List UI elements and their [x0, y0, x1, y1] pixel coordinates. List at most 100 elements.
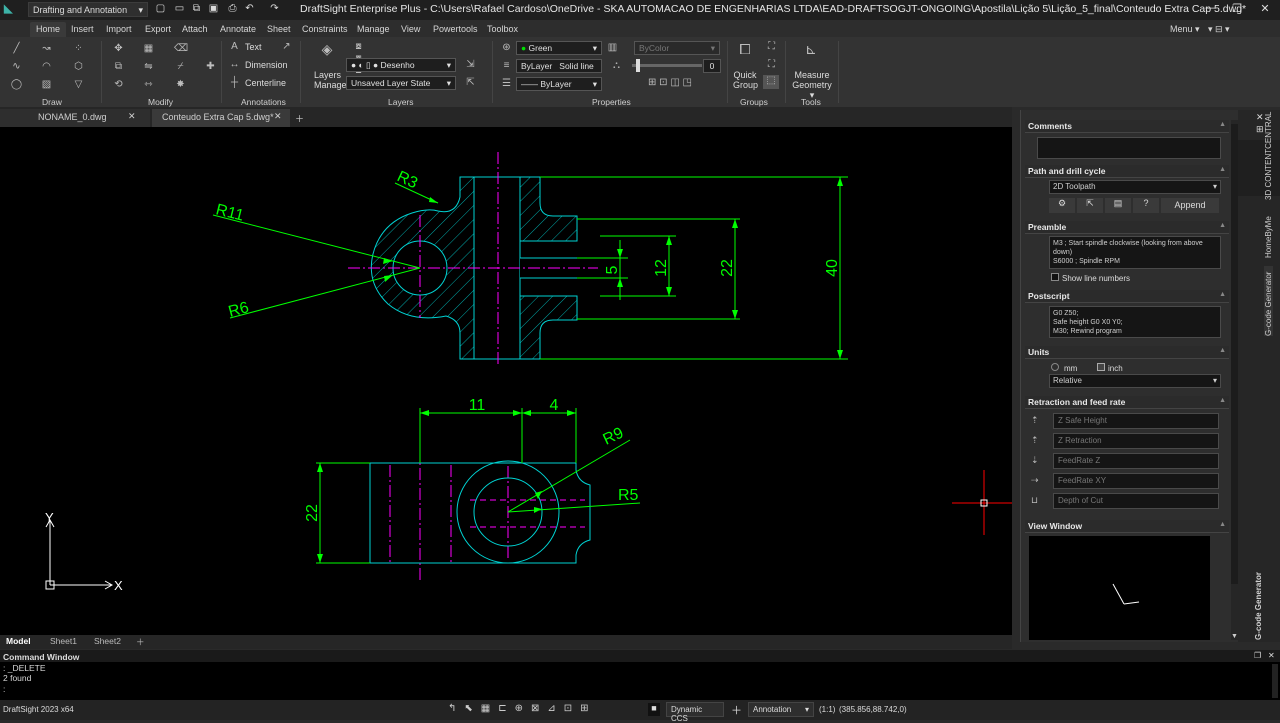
layer-dropdown[interactable]: ● ◐ ▯ ● Desenho ▾ [346, 58, 456, 72]
tab-toolbox[interactable]: Toolbox [487, 22, 518, 37]
circle-icon[interactable]: ◯ [10, 79, 23, 91]
save-icon[interactable]: ▤ [1105, 198, 1131, 213]
feedrate-xy-input[interactable]: FeedRate XY [1053, 473, 1219, 489]
leader-icon[interactable]: ↗ [280, 41, 293, 53]
command-input[interactable]: : [3, 684, 1243, 696]
tab-view[interactable]: View [401, 22, 420, 37]
group-ungroup-icon[interactable]: ⛶ [765, 59, 778, 71]
command-scrollbar[interactable] [1272, 664, 1278, 698]
new-tab-icon[interactable]: ＋ [291, 109, 311, 127]
tab-constraints[interactable]: Constraints [302, 22, 348, 37]
erase-icon[interactable]: ⌫ [174, 43, 188, 55]
section-header-view-window[interactable]: View Window ▲ [1025, 520, 1229, 533]
side-tab-contentcentral[interactable]: 3D CONTENTCENTRAL [1264, 112, 1273, 200]
move-icon[interactable]: ✥ [112, 43, 125, 55]
pin-icon[interactable]: ⊞ [1256, 124, 1264, 135]
append-button[interactable]: Append [1161, 198, 1219, 213]
layer-match-icon[interactable]: ⇲ [464, 59, 477, 71]
tab-export[interactable]: Export [145, 22, 171, 37]
layer-state-dropdown[interactable]: Unsaved Layer State ▾ [346, 76, 456, 90]
layer-tools-icon[interactable]: ⧇ ⧇ ⧇ ⧇ [352, 41, 365, 88]
copy-icon[interactable]: ⧉ [112, 61, 125, 73]
doc-tab-noname[interactable]: NONAME_0.dwg ✕ [0, 109, 150, 127]
new-file-icon[interactable]: ▢ [154, 2, 167, 15]
group-select-icon[interactable]: ⬚ [763, 75, 779, 89]
depth-of-cut-input[interactable]: Depth of Cut [1053, 493, 1219, 509]
collapse-icon[interactable]: ▲ [1219, 397, 1226, 404]
point-icon[interactable]: ⁘ [72, 43, 85, 55]
quick-group-icon[interactable]: ⧠ [736, 42, 754, 61]
unit-mm-radio[interactable]: mm [1051, 363, 1077, 373]
slider-thumb[interactable] [636, 59, 640, 72]
polyline-icon[interactable]: ↝ [40, 43, 53, 55]
close-icon[interactable]: ✕ [1268, 651, 1275, 660]
redo-icon[interactable]: ↷ [268, 2, 281, 15]
text-button[interactable]: Text [245, 42, 262, 52]
tab-powertools[interactable]: Powertools [433, 22, 478, 37]
region-icon[interactable]: ⬡ [72, 61, 85, 73]
coordinate-mode-dropdown[interactable]: Relative ▾ [1049, 374, 1221, 388]
feedrate-z-input[interactable]: FeedRate Z [1053, 453, 1219, 469]
sheet-tab-model[interactable]: Model [6, 636, 31, 646]
tile-icon[interactable]: ■ [648, 703, 660, 716]
close-icon[interactable]: ✕ [128, 111, 136, 122]
collapse-icon[interactable]: ▲ [1219, 291, 1226, 298]
tab-import[interactable]: Import [106, 22, 132, 37]
radio-icon[interactable] [1051, 363, 1059, 371]
open-folder-icon[interactable]: ▭ [173, 2, 186, 15]
side-tab-icon[interactable] [1238, 140, 1280, 196]
radio-selected-icon[interactable] [1097, 363, 1105, 371]
dimension-button[interactable]: Dimension [245, 60, 288, 70]
side-tab-gcode[interactable]: G-code Generator [1264, 266, 1273, 336]
annotation-scale-dropdown[interactable]: Annotation ▾ [748, 702, 814, 717]
tab-annotate[interactable]: Annotate [220, 22, 256, 37]
side-tab-homebyme[interactable]: HomeByMe [1264, 208, 1273, 258]
app-logo[interactable]: ◣ [4, 2, 22, 18]
export-icon[interactable]: ⇱ [1077, 198, 1103, 213]
section-header-preamble[interactable]: Preamble ▲ [1025, 221, 1229, 234]
arc-icon[interactable]: ◠ [40, 61, 53, 73]
stretch-icon[interactable]: ⇿ [142, 79, 155, 91]
spline-icon[interactable]: ∿ [10, 61, 23, 73]
checkbox-box[interactable] [1051, 273, 1059, 281]
collapse-icon[interactable]: ▲ [1219, 347, 1226, 354]
restore-icon[interactable]: ❐ [1226, 2, 1248, 18]
tab-attach[interactable]: Attach [182, 22, 208, 37]
close-icon[interactable]: ✕ [1254, 2, 1276, 18]
section-header-retraction[interactable]: Retraction and feed rate ▲ [1025, 396, 1229, 409]
mirror-icon[interactable]: ⇋ [142, 61, 155, 73]
open-cloud-icon[interactable]: ⧉ [190, 2, 203, 15]
measure-geometry-button[interactable]: Measure Geometry ▾ [792, 70, 832, 100]
doc-tab-active[interactable]: Conteudo Extra Cap 5.dwg* ✕ [152, 109, 290, 127]
panel-scrollbar[interactable]: ▼ [1231, 120, 1238, 640]
preamble-editor[interactable]: M3 ; Start spindle clockwise (looking fr… [1049, 236, 1221, 269]
scroll-down-icon[interactable]: ▼ [1231, 633, 1238, 640]
pattern-icon[interactable]: ▦ [142, 43, 155, 55]
drawing-canvas[interactable]: R3 R11 R6 5 12 22 40 11 4 R9 R5 22 Y X [0, 127, 1012, 635]
layers-manager-icon[interactable]: ◈ [318, 42, 336, 61]
lineweight-dropdown[interactable]: —— ByLayer ▾ [516, 77, 602, 91]
centerline-button[interactable]: Centerline [245, 78, 286, 88]
collapse-icon[interactable]: ▲ [1219, 121, 1226, 128]
undo-icon[interactable]: ↶ [243, 2, 256, 15]
snap-toggles[interactable]: ↰⬉▦⊏⊕⊠⊿⊡⊞ [448, 703, 596, 714]
rotate-icon[interactable]: ⟲ [112, 79, 125, 91]
line-icon[interactable]: ╱ [10, 43, 23, 55]
collapse-icon[interactable]: ▲ [1219, 222, 1226, 229]
measure-icon[interactable]: ⊾ [802, 42, 820, 61]
z-safe-height-input[interactable]: Z Safe Height [1053, 413, 1219, 429]
add-sheet-icon[interactable]: ＋ [136, 636, 145, 648]
unit-inch-radio[interactable]: inch [1097, 363, 1123, 373]
scrollbar-thumb[interactable] [1231, 124, 1238, 584]
collapse-icon[interactable]: ▲ [1219, 521, 1226, 528]
close-panel-icon[interactable]: ✕ [1256, 112, 1264, 123]
minimize-icon[interactable]: — [1200, 2, 1222, 18]
match-properties-icon[interactable]: ⊛ [500, 42, 513, 54]
close-icon[interactable]: ✕ [274, 111, 282, 122]
show-line-numbers-checkbox[interactable]: Show line numbers [1051, 273, 1130, 283]
postscript-editor[interactable]: G0 Z50; Safe height G0 X0 Y0; M30; Rewind … [1049, 306, 1221, 338]
trim-icon[interactable]: ⌿ [174, 61, 187, 73]
section-header-postscript[interactable]: Postscript ▲ [1025, 290, 1229, 303]
settings-icon[interactable]: ⚙ [1049, 198, 1075, 213]
group-edit-icon[interactable]: ⛶ [765, 41, 778, 53]
